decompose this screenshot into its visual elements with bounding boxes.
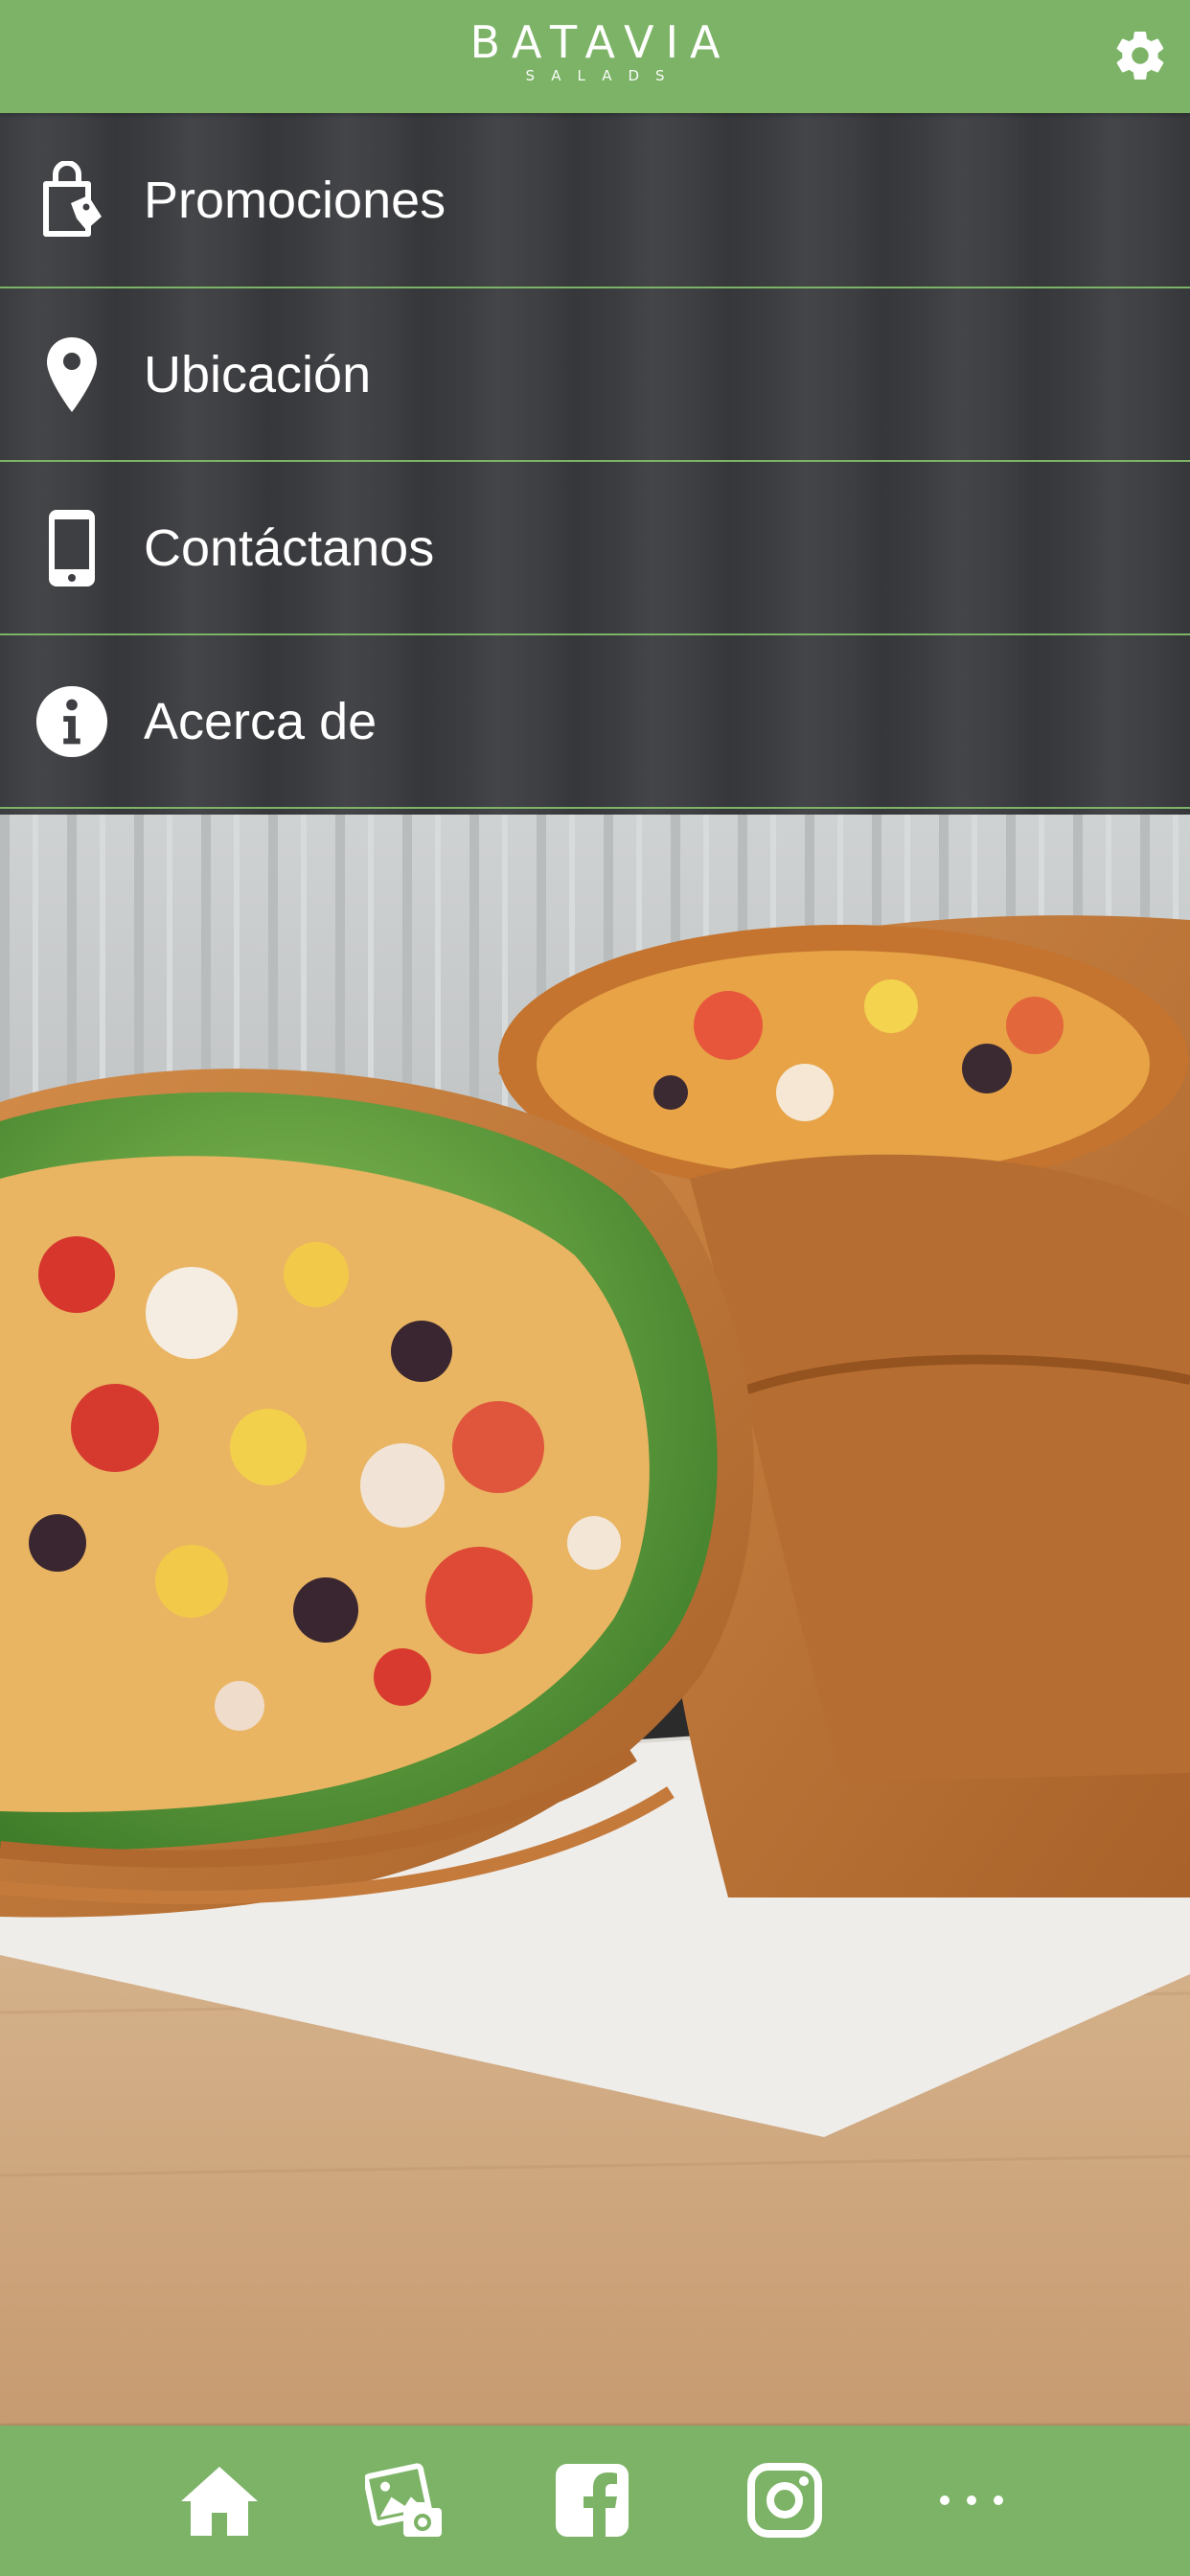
menu-label-promociones: Promociones (144, 171, 446, 229)
brand-logo: BATAVIA SALADS (0, 17, 1190, 84)
menu-item-acerca-de[interactable]: Acerca de (0, 635, 1190, 809)
tab-facebook[interactable] (546, 2454, 638, 2546)
settings-button[interactable] (1108, 23, 1173, 88)
more-icon (940, 2496, 1003, 2505)
tab-more[interactable] (926, 2454, 1018, 2546)
menu-item-ubicacion[interactable]: Ubicación (0, 288, 1190, 462)
app-header: BATAVIA SALADS (0, 0, 1190, 113)
smartphone-icon (34, 505, 109, 591)
tab-gallery[interactable] (359, 2454, 451, 2546)
main-menu: Promociones Ubicación Contáctanos Acerca… (0, 113, 1190, 815)
logo-wordmark: BATAVIA (469, 16, 732, 68)
bottom-tab-bar (0, 2426, 1190, 2576)
gear-icon (1116, 32, 1164, 80)
logo-tagline: SALADS (525, 67, 681, 84)
menu-item-contactanos[interactable]: Contáctanos (0, 462, 1190, 635)
menu-label-contactanos: Contáctanos (144, 518, 435, 577)
menu-item-promociones[interactable]: Promociones (0, 113, 1190, 288)
instagram-icon (747, 2463, 822, 2538)
photo-gallery-icon (365, 2463, 442, 2537)
facebook-icon (556, 2464, 629, 2537)
shopping-bag-tag-icon (34, 157, 109, 243)
map-pin-icon (34, 332, 109, 418)
menu-label-ubicacion: Ubicación (144, 345, 372, 403)
tab-home[interactable] (173, 2454, 265, 2546)
tab-instagram[interactable] (739, 2454, 831, 2546)
info-icon (34, 678, 109, 765)
hero-food-image (0, 815, 1190, 2426)
menu-label-acerca-de: Acerca de (144, 692, 378, 750)
home-icon (181, 2467, 258, 2536)
